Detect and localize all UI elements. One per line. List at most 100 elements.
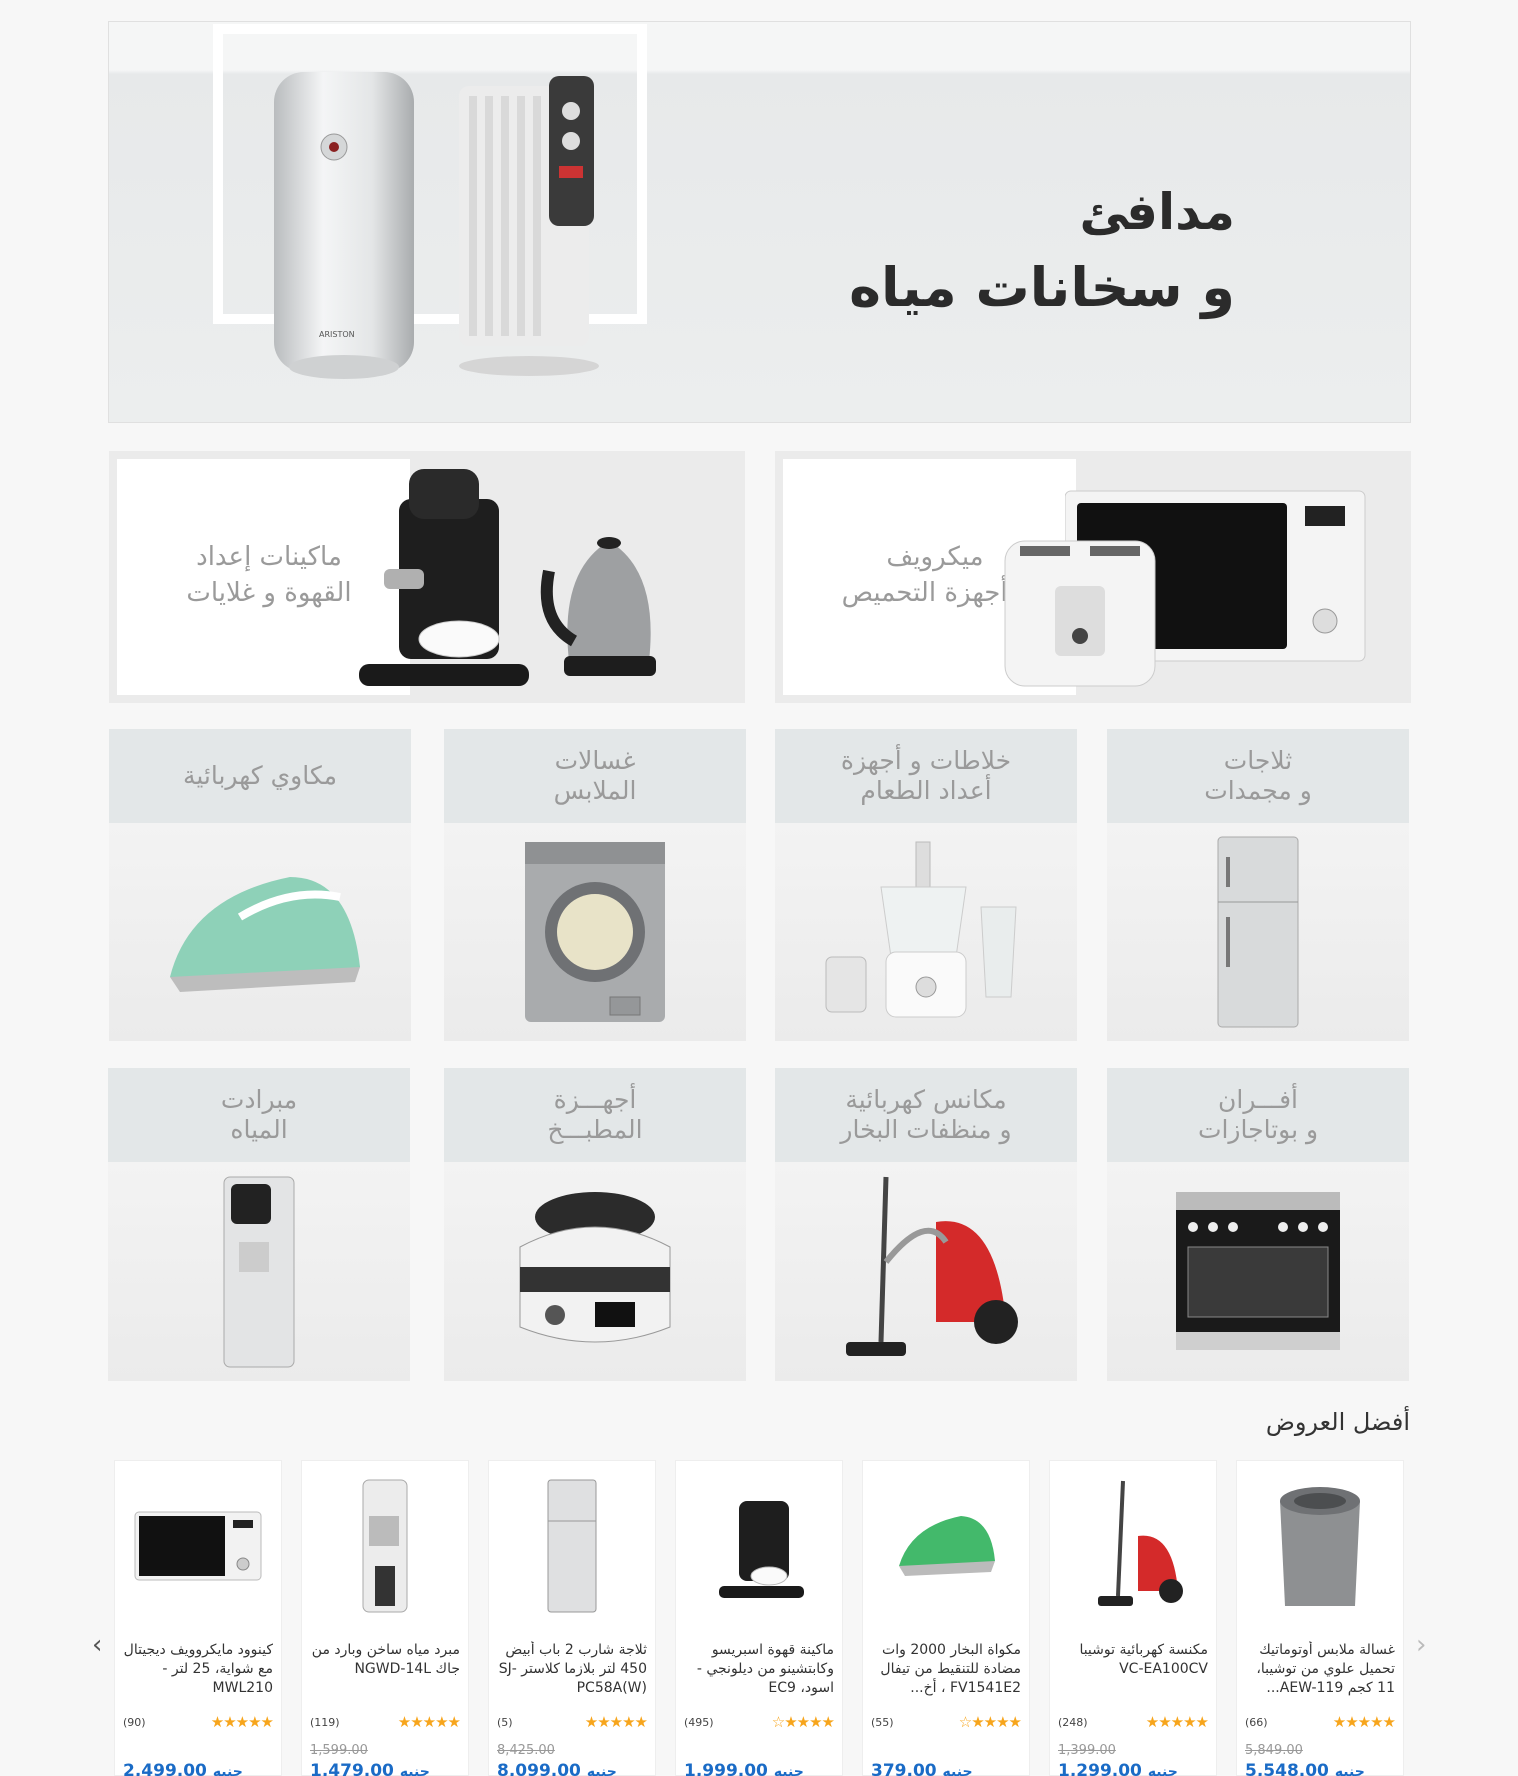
- rating-count: (5): [497, 1715, 513, 1729]
- hero-title: مدافئ و سخانات مياه: [755, 174, 1235, 326]
- product-card[interactable]: مكواة البخار 2000 وات مضادة للتنقيط من ت…: [862, 1460, 1030, 1776]
- product-rating: (248) ★★★★★: [1058, 1713, 1209, 1731]
- product-name[interactable]: ثلاجة شارب 2 باب أبيض 450 لتر بلازما كلا…: [495, 1641, 647, 1699]
- water-dispenser-icon: [223, 1176, 295, 1367]
- product-card[interactable]: مبرد مياه ساخن وبارد من جاك NGWD-14L (11…: [301, 1460, 469, 1776]
- hero-banner-heaters[interactable]: ARISTON مدافئ و سخانات مياه: [108, 21, 1411, 423]
- tile-irons[interactable]: مكاوي كهربائية: [109, 729, 411, 1041]
- water-heater-icon: ARISTON: [274, 72, 414, 379]
- product-price: 8,099.00 جنيه: [497, 1761, 647, 1776]
- tile-kitchen-appliances[interactable]: أجهـــزة المطبـــخ: [444, 1068, 746, 1381]
- rating-count: (55): [871, 1715, 894, 1729]
- tile-title-line1: خلاطات و أجهزة: [840, 746, 1012, 775]
- product-card[interactable]: ماكينة قهوة اسبريسو وكابتشينو من ديلونجي…: [675, 1460, 843, 1776]
- tile-blenders[interactable]: خلاطات و أجهزة أعداد الطعام: [775, 729, 1077, 1041]
- tile-title-line2: الملابس: [553, 776, 637, 805]
- toaster-icon: [1004, 540, 1156, 687]
- tile-title-line1: مبرادت: [220, 1085, 298, 1114]
- product-name[interactable]: كينوود مايكروويف ديجيتال مع شواية، 25 لت…: [121, 1641, 273, 1699]
- currency: جنيه: [1334, 1764, 1365, 1776]
- product-price: 1,999.00 جنيه: [684, 1761, 834, 1776]
- old-price: 1,599.00: [310, 1743, 368, 1758]
- carousel-next-button[interactable]: ›: [1416, 1630, 1426, 1660]
- tile-title: مكانس كهربائية و منظفات البخار: [775, 1068, 1077, 1162]
- product-image[interactable]: [1237, 1461, 1403, 1631]
- rating-count: (495): [684, 1715, 714, 1729]
- product-image[interactable]: [489, 1461, 655, 1631]
- rating-count: (66): [1245, 1715, 1268, 1729]
- tile-water-coolers[interactable]: مبرادت المياه: [108, 1068, 410, 1381]
- old-price: 1,399.00: [1058, 1743, 1116, 1758]
- tile-title: مبرادت المياه: [108, 1068, 410, 1162]
- product-price: 1,479.00 جنيه: [310, 1761, 460, 1776]
- star-rating-icon: ☆★★★★: [958, 1713, 1022, 1731]
- tile-image: [775, 823, 1077, 1041]
- product-card[interactable]: مكنسة كهربائية توشيبا VC-EA100CV (248) ★★…: [1049, 1460, 1217, 1776]
- banner-microwave-toasters[interactable]: ميكرويف و أجهزة التحميص: [775, 451, 1411, 703]
- price-value: 2,499.00: [123, 1761, 207, 1776]
- product-image[interactable]: [115, 1461, 281, 1631]
- price-value: 8,099.00: [497, 1761, 581, 1776]
- product-image[interactable]: [676, 1461, 842, 1631]
- steam-iron-icon: [170, 877, 360, 992]
- tile-image: [108, 1162, 410, 1381]
- washing-machine-icon: [525, 842, 665, 1022]
- tile-title-line1: أجهـــزة: [553, 1085, 637, 1114]
- star-rating-icon: ★★★★★: [584, 1713, 648, 1731]
- price-value: 1,479.00: [310, 1761, 394, 1776]
- tile-ovens-cookers[interactable]: أفـــران و بوتاجازات: [1107, 1068, 1409, 1381]
- product-rating: (66) ★★★★★: [1245, 1713, 1396, 1731]
- hero-title-line1: مدافئ: [1079, 183, 1235, 241]
- tile-title-line2: و بوتاجازات: [1197, 1115, 1319, 1144]
- steam-iron-icon: [899, 1516, 995, 1576]
- product-name[interactable]: مكنسة كهربائية توشيبا VC-EA100CV: [1056, 1641, 1208, 1699]
- banner-coffee-kettles[interactable]: ماكينات إعداد القهوة و غلايات: [109, 451, 745, 703]
- star-rating-icon: ★★★★★: [397, 1713, 461, 1731]
- tile-title-line1: غسالات: [554, 746, 636, 775]
- vacuum-cleaner-icon: [846, 1176, 1018, 1356]
- product-rating: (119) ★★★★★: [310, 1713, 461, 1731]
- tile-title-line1: مكاوي كهربائية: [182, 761, 338, 790]
- product-image[interactable]: [863, 1461, 1029, 1631]
- tile-title-line1: ثلاجات: [1223, 746, 1293, 775]
- kettle-icon: [540, 537, 656, 676]
- product-card[interactable]: غسالة ملابس أوتوماتيك تحميل علوي من توشي…: [1236, 1460, 1404, 1776]
- product-image[interactable]: [302, 1461, 468, 1631]
- tile-washing-machines[interactable]: غسالات الملابس: [444, 729, 746, 1041]
- product-image[interactable]: [1050, 1461, 1216, 1631]
- vacuum-cleaner-icon: [1098, 1480, 1183, 1606]
- product-rating: (5) ★★★★★: [497, 1713, 648, 1731]
- product-name[interactable]: مبرد مياه ساخن وبارد من جاك NGWD-14L: [308, 1641, 460, 1699]
- tile-title: أفـــران و بوتاجازات: [1107, 1068, 1409, 1162]
- tile-image: [444, 1162, 746, 1381]
- oil-radiator-icon: [459, 76, 599, 376]
- tile-title: خلاطات و أجهزة أعداد الطعام: [775, 729, 1077, 823]
- product-name[interactable]: مكواة البخار 2000 وات مضادة للتنقيط من ت…: [869, 1641, 1021, 1699]
- star-rating-icon: ☆★★★★: [771, 1713, 835, 1731]
- tile-image: [444, 823, 746, 1041]
- tile-title: أجهـــزة المطبـــخ: [444, 1068, 746, 1162]
- hero-brand: ARISTON: [319, 330, 355, 339]
- rating-count: (90): [123, 1715, 146, 1729]
- carousel-prev-button[interactable]: ‹: [92, 1630, 102, 1660]
- product-card[interactable]: ثلاجة شارب 2 باب أبيض 450 لتر بلازما كلا…: [488, 1460, 656, 1776]
- washing-machine-icon: [1280, 1487, 1360, 1606]
- star-rating-icon: ★★★★★: [1145, 1713, 1209, 1731]
- product-card[interactable]: كينوود مايكروويف ديجيتال مع شواية، 25 لت…: [114, 1460, 282, 1776]
- tile-refrigerators[interactable]: ثلاجات و مجمدات: [1107, 729, 1409, 1041]
- star-rating-icon: ★★★★★: [210, 1713, 274, 1731]
- product-name[interactable]: ماكينة قهوة اسبريسو وكابتشينو من ديلونجي…: [682, 1641, 834, 1699]
- tile-title-line2: المياه: [230, 1115, 288, 1144]
- product-price: 2,499.00 جنيه: [123, 1761, 273, 1776]
- refrigerator-icon: [1217, 836, 1299, 1028]
- product-name[interactable]: غسالة ملابس أوتوماتيك تحميل علوي من توشي…: [1243, 1641, 1395, 1699]
- tile-title-line2: و منظفات البخار: [840, 1115, 1012, 1144]
- rating-count: (248): [1058, 1715, 1088, 1729]
- currency: جنيه: [212, 1764, 243, 1776]
- product-price: 379.00 جنيه: [871, 1761, 1021, 1776]
- tile-title-line2: المطبـــخ: [547, 1115, 643, 1144]
- old-price: 8,425.00: [497, 1743, 555, 1758]
- tile-vacuums[interactable]: مكانس كهربائية و منظفات البخار: [775, 1068, 1077, 1381]
- tile-image: [1107, 1162, 1409, 1381]
- currency: جنيه: [1147, 1764, 1178, 1776]
